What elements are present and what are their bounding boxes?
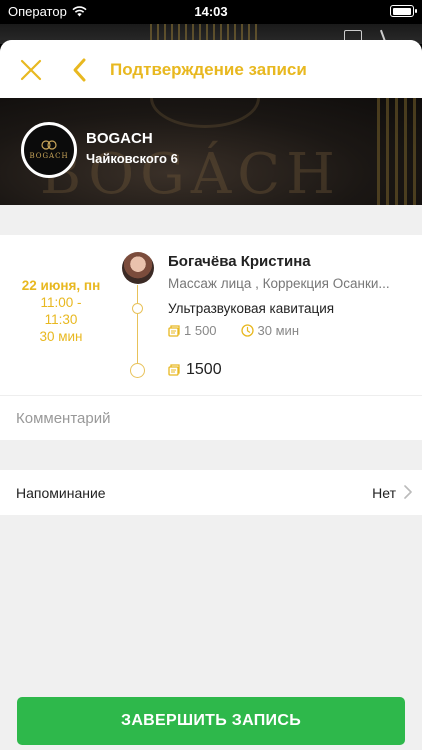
appointment-duration: 30 мин <box>39 329 83 344</box>
status-bar: Оператор 14:03 <box>0 0 422 24</box>
logo-mark-icon <box>41 140 57 150</box>
back-chevron-icon[interactable] <box>70 57 90 83</box>
price-tag-icon <box>168 324 180 337</box>
confirmation-sheet: Подтверждение записи BOGÁCH BOGACH BOGAC… <box>0 40 422 750</box>
total-price-icon <box>168 364 180 376</box>
appointment-datetime: 22 июня, пн 11:00 - 11:30 30 мин <box>18 277 104 345</box>
salon-name: BOGACH <box>86 130 153 147</box>
salon-logo: BOGACH <box>21 122 77 178</box>
appointment-time-end: 11:30 <box>44 312 78 327</box>
total-price: 1500 <box>186 361 222 378</box>
salon-banner: BOGÁCH BOGACH BOGACH Чайковского 6 <box>0 98 422 205</box>
close-icon[interactable] <box>20 59 42 81</box>
appointment-date: 22 июня, пн <box>21 278 101 293</box>
navbar: Подтверждение записи <box>0 40 422 98</box>
reminder-row[interactable]: Напоминание Нет <box>0 470 422 515</box>
master-name: Богачёва Кристина <box>168 253 311 270</box>
total-row: 1500 <box>168 361 222 379</box>
reminder-value: Нет <box>372 484 396 501</box>
service-duration: 30 мин <box>257 323 299 338</box>
comment-input[interactable] <box>16 396 406 440</box>
appointment-card: 22 июня, пн 11:00 - 11:30 30 мин Богачёв… <box>0 235 422 395</box>
service-meta: 1 500 30 мин <box>168 323 299 338</box>
timeline-dot <box>132 303 143 314</box>
battery-icon <box>390 5 417 17</box>
reminder-label: Напоминание <box>16 484 106 501</box>
logo-text: BOGACH <box>29 152 69 160</box>
service-name: Ультразвуковая кавитация <box>168 301 335 316</box>
comment-row <box>0 395 422 440</box>
master-specialization: Массаж лица , Коррекция Осанки... <box>168 276 390 291</box>
appointment-time-start: 11:00 - <box>40 295 82 310</box>
salon-address: Чайковского 6 <box>86 151 178 166</box>
avatar <box>122 252 154 284</box>
timeline-dot-total <box>130 363 145 378</box>
service-price: 1 500 <box>184 323 217 338</box>
finish-booking-button[interactable]: ЗАВЕРШИТЬ ЗАПИСЬ <box>17 697 405 745</box>
page-title: Подтверждение записи <box>110 60 307 79</box>
chevron-right-icon <box>404 485 412 499</box>
timeline-line <box>137 285 138 365</box>
status-time: 14:03 <box>194 4 228 19</box>
clock-icon <box>240 324 254 337</box>
